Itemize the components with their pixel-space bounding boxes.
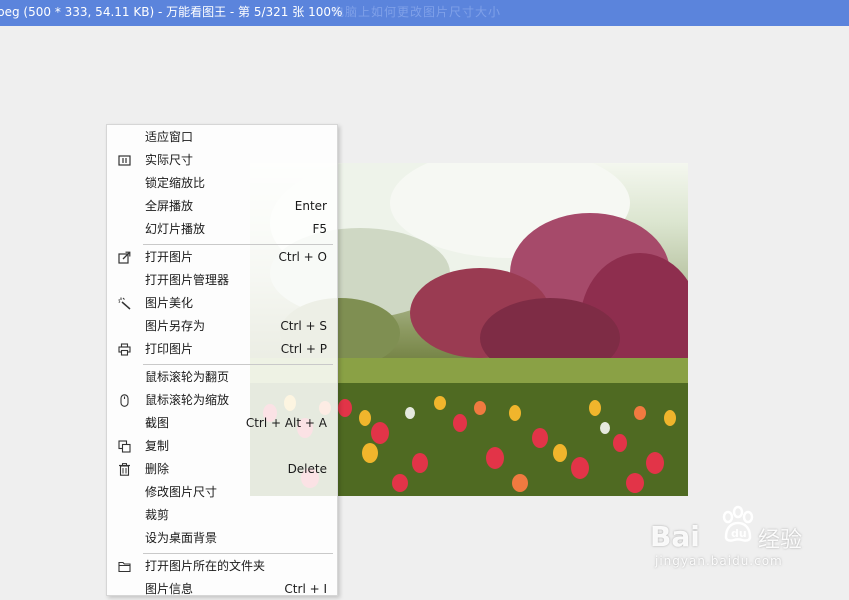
menu-item-label: 幻灯片播放 — [145, 222, 206, 236]
menu-item-wheel-zoom[interactable]: 鼠标滚轮为缩放 — [107, 389, 337, 411]
menu-item-slideshow[interactable]: 幻灯片播放 F5 — [107, 218, 337, 240]
menu-item-label: 鼠标滚轮为翻页 — [145, 370, 230, 384]
title-bar: 电脑上如何更改图片尺寸大小 peg (500 * 333, 54.11 KB) … — [0, 0, 849, 26]
menu-item-shortcut: Enter — [294, 199, 327, 213]
menu-separator — [143, 364, 333, 365]
menu-item-set-wallpaper[interactable]: 设为桌面背景 — [107, 527, 337, 549]
menu-item-shortcut: F5 — [312, 222, 327, 236]
menu-item-shortcut: Ctrl + O — [278, 250, 327, 264]
menu-item-label: 裁剪 — [145, 508, 170, 522]
menu-item-open-image[interactable]: 打开图片 Ctrl + O — [107, 246, 337, 268]
menu-item-label: 删除 — [145, 462, 170, 476]
menu-item-copy[interactable]: 复制 — [107, 435, 337, 457]
menu-item-label: 图片另存为 — [145, 319, 206, 333]
menu-item-actual-size[interactable]: 实际尺寸 — [107, 149, 337, 171]
menu-item-open-folder[interactable]: 打开图片所在的文件夹 — [107, 555, 337, 577]
menu-item-label: 图片信息 — [145, 582, 194, 596]
menu-item-lock-zoom[interactable]: 锁定缩放比 — [107, 172, 337, 194]
open-external-icon — [118, 251, 131, 264]
menu-item-shortcut: Ctrl + S — [280, 319, 327, 333]
menu-item-label: 打印图片 — [145, 342, 194, 356]
baidu-jingyan-watermark: Bai du 经验 jingyan.baidu.com — [650, 500, 810, 570]
watermark-brand: Bai — [650, 520, 700, 553]
menu-separator — [143, 553, 333, 554]
menu-item-screenshot[interactable]: 截图 Ctrl + Alt + A — [107, 412, 337, 434]
menu-item-crop[interactable]: 裁剪 — [107, 504, 337, 526]
menu-item-label: 实际尺寸 — [145, 153, 194, 167]
paw-logo-icon: du — [718, 505, 758, 545]
folder-icon — [118, 560, 131, 573]
context-menu: 适应窗口 实际尺寸 锁定缩放比 全屏播放 Enter 幻灯片播放 F5 打开图片… — [106, 124, 338, 596]
menu-item-save-as[interactable]: 图片另存为 Ctrl + S — [107, 315, 337, 337]
menu-separator — [143, 244, 333, 245]
menu-item-label: 鼠标滚轮为缩放 — [145, 393, 230, 407]
trash-icon — [118, 463, 131, 476]
menu-item-label: 适应窗口 — [145, 130, 194, 144]
menu-item-label: 全屏播放 — [145, 199, 194, 213]
menu-item-print[interactable]: 打印图片 Ctrl + P — [107, 338, 337, 360]
menu-item-label: 修改图片尺寸 — [145, 485, 218, 499]
menu-item-delete[interactable]: 删除 Delete — [107, 458, 337, 480]
menu-item-image-info[interactable]: 图片信息 Ctrl + I — [107, 578, 337, 600]
menu-item-image-manager[interactable]: 打开图片管理器 — [107, 269, 337, 291]
printer-icon — [118, 343, 131, 356]
menu-item-label: 设为桌面背景 — [145, 531, 218, 545]
title-ghost-text: 电脑上如何更改图片尺寸大小 — [332, 5, 502, 19]
window-title: peg (500 * 333, 54.11 KB) - 万能看图王 - 第 5/… — [0, 5, 343, 19]
menu-item-label: 复制 — [145, 439, 170, 453]
menu-item-wheel-page[interactable]: 鼠标滚轮为翻页 — [107, 366, 337, 388]
menu-item-shortcut: Ctrl + Alt + A — [245, 416, 327, 430]
menu-item-label: 锁定缩放比 — [145, 176, 206, 190]
menu-item-shortcut: Ctrl + I — [284, 582, 327, 596]
menu-item-label: 图片美化 — [145, 296, 194, 310]
watermark-brand-suffix: 经验 — [758, 528, 803, 553]
menu-item-shortcut: Ctrl + P — [280, 342, 327, 356]
watermark-url: jingyan.baidu.com — [655, 554, 783, 568]
menu-item-label: 打开图片所在的文件夹 — [145, 559, 266, 573]
menu-item-shortcut: Delete — [287, 462, 327, 476]
magic-wand-icon — [118, 297, 131, 310]
copy-icon — [118, 440, 131, 453]
mouse-icon — [118, 394, 131, 407]
actual-size-icon — [118, 154, 131, 167]
svg-text:du: du — [731, 527, 747, 540]
menu-item-label: 打开图片管理器 — [145, 273, 230, 287]
menu-item-label: 截图 — [145, 416, 170, 430]
menu-item-label: 打开图片 — [145, 250, 194, 264]
menu-item-beautify[interactable]: 图片美化 — [107, 292, 337, 314]
menu-item-fullscreen[interactable]: 全屏播放 Enter — [107, 195, 337, 217]
menu-item-resize-image[interactable]: 修改图片尺寸 — [107, 481, 337, 503]
menu-item-fit-window[interactable]: 适应窗口 — [107, 126, 337, 148]
